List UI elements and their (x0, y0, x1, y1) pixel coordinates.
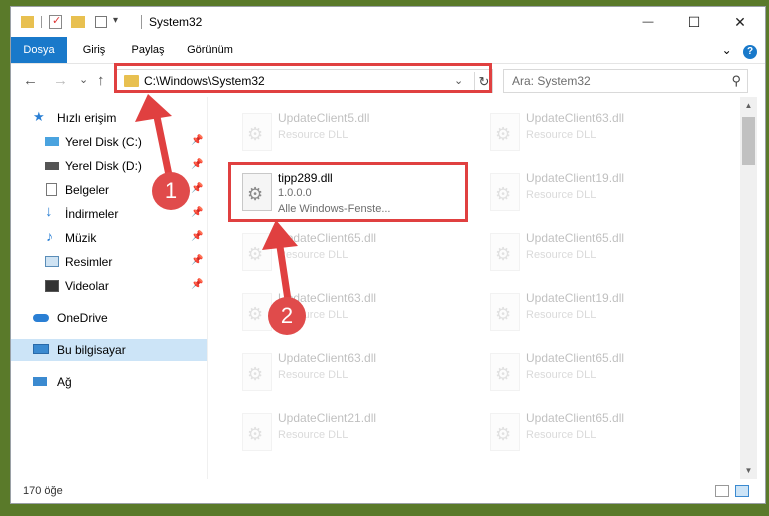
annotation-arrows (135, 94, 298, 304)
step-2-badge: 2 (268, 297, 306, 335)
arrow-1 (135, 94, 174, 184)
step-1-badge: 1 (152, 172, 190, 210)
arrow-2 (262, 220, 298, 304)
